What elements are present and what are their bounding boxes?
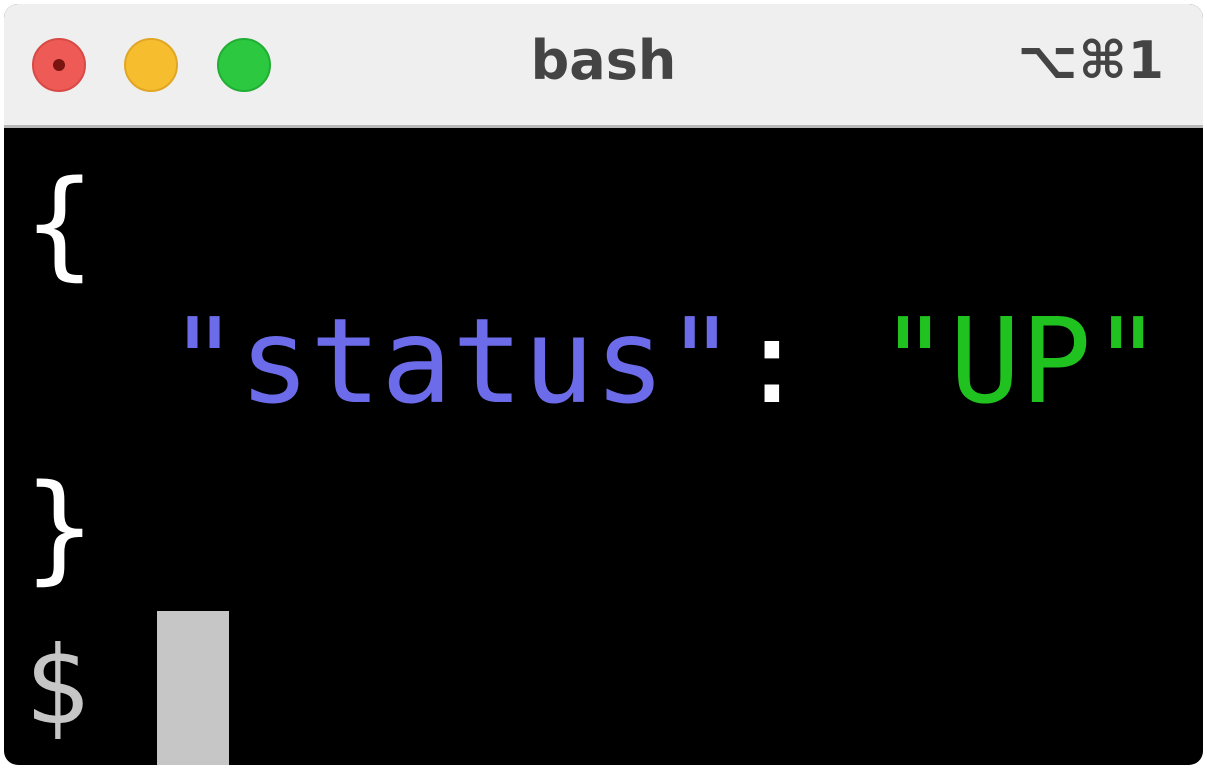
window-shortcut: ⌥⌘1 [1017,31,1165,91]
shell-prompt: $ [24,624,90,749]
title-bar[interactable]: bash ⌥⌘1 [4,4,1203,128]
json-colon: : [736,292,879,430]
json-close-brace: } [24,458,96,596]
terminal-window: bash ⌥⌘1 { "status": "UP" } $ [4,4,1203,765]
json-key-value-line: "status": "UP" [168,302,1163,420]
terminal-output[interactable]: { "status": "UP" } $ [4,128,1203,765]
text-cursor [157,611,229,765]
json-key: "status" [168,292,737,430]
json-open-brace: { [24,154,96,292]
json-value: "UP" [878,292,1163,430]
